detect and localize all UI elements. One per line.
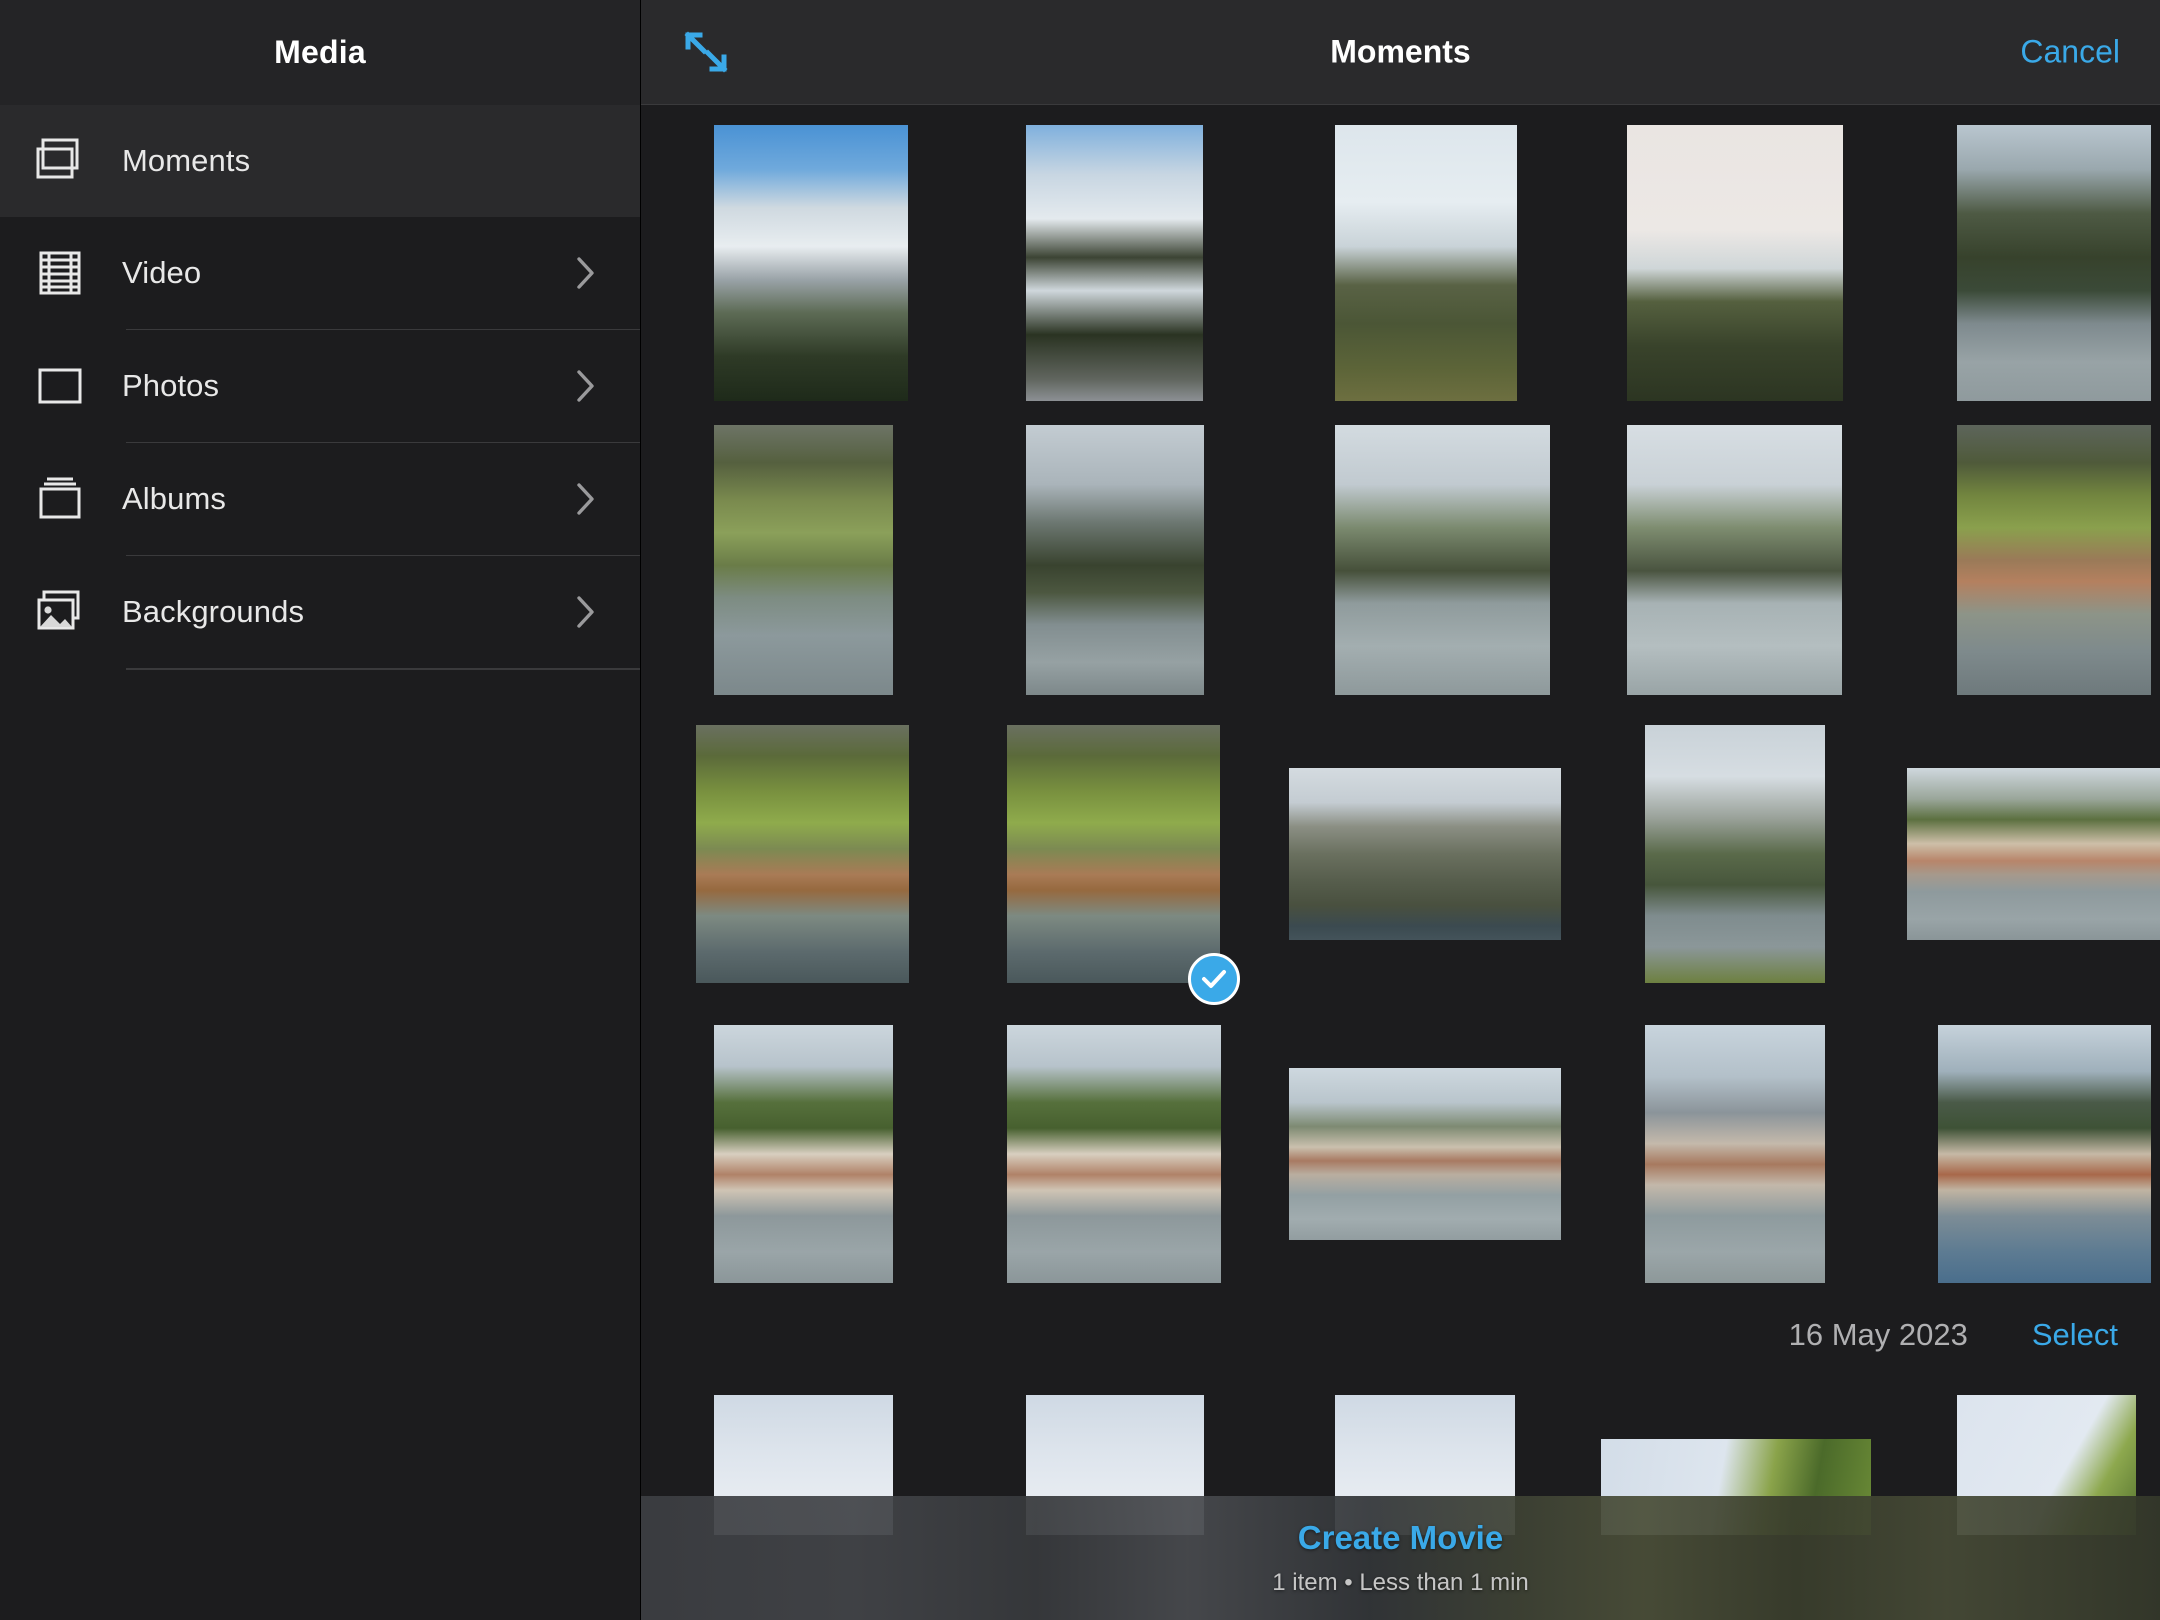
thumbnail-image [1907, 768, 2160, 940]
thumbnail-image [714, 1025, 893, 1283]
thumbnail-image [1335, 125, 1517, 401]
select-button[interactable]: Select [2032, 1317, 2118, 1353]
selected-check-icon[interactable] [1188, 953, 1240, 1005]
selection-summary: 1 item • Less than 1 min [1272, 1569, 1529, 1597]
thumbnail-image [1957, 425, 2151, 695]
photo-grid-row [641, 725, 2160, 1005]
sidebar-item-label: Photos [122, 368, 219, 404]
thumb-bergen-harbor-5[interactable] [1938, 1025, 2151, 1283]
media-picker-window: Media Moments Video Photos Albums [0, 0, 2160, 1620]
sidebar-nav-list: Moments Video Photos Albums Backgrounds [0, 105, 640, 670]
photo-grid-row [641, 1025, 2160, 1305]
thumb-bergen-harbor-4[interactable] [1645, 1025, 1825, 1283]
thumbnail-image [1938, 1025, 2151, 1283]
film-strip-icon [34, 247, 86, 299]
main-panel: Moments Cancel 16 May 2023 Select Create… [640, 0, 2160, 1620]
stacked-frames-icon [34, 135, 86, 187]
sidebar: Media Moments Video Photos Albums [0, 0, 640, 1620]
chevron-right-icon [576, 369, 596, 403]
thumbnail-image [1026, 125, 1203, 401]
photo-grid-row [641, 425, 2160, 705]
sidebar-item-photos[interactable]: Photos [0, 330, 640, 442]
sidebar-item-label: Video [122, 255, 201, 291]
bottom-action-bar[interactable]: Create Movie 1 item • Less than 1 min [641, 1496, 2160, 1620]
photo-grid[interactable]: 16 May 2023 Select [641, 105, 2160, 1620]
thumb-snow-peak-1[interactable] [1335, 125, 1517, 401]
moment-date-label: 16 May 2023 [1789, 1317, 1968, 1353]
thumbnail-image [696, 725, 909, 983]
sidebar-item-albums[interactable]: Albums [0, 443, 640, 555]
thumb-fjord-cloudy-1[interactable] [1026, 425, 1204, 695]
thumbnail-image [1007, 1025, 1221, 1283]
sidebar-item-moments[interactable]: Moments [0, 105, 640, 217]
thumb-bergen-harbor-1[interactable] [714, 1025, 893, 1283]
sidebar-item-label: Moments [122, 143, 250, 179]
thumbnail-image [1645, 1025, 1825, 1283]
thumb-snow-peak-2[interactable] [1627, 125, 1843, 401]
thumbnail-image [1645, 725, 1825, 983]
thumb-fjord-clouds-1[interactable] [1026, 125, 1203, 401]
thumb-valley-green-1[interactable] [714, 425, 893, 695]
sidebar-title: Media [274, 34, 366, 71]
thumb-fjord-island-tall[interactable] [1645, 725, 1825, 983]
cancel-button[interactable]: Cancel [2020, 34, 2120, 71]
create-movie-button[interactable]: Create Movie [1298, 1519, 1503, 1557]
chevron-right-icon [576, 482, 596, 516]
thumb-cliff-water-1[interactable] [1957, 125, 2151, 401]
top-toolbar: Moments Cancel [641, 0, 2160, 105]
chevron-right-icon [576, 256, 596, 290]
date-select-bar: 16 May 2023 Select [641, 1305, 2160, 1365]
sidebar-item-label: Backgrounds [122, 594, 304, 630]
thumbnail-image [714, 125, 908, 401]
thumbnail-image [1289, 1068, 1561, 1240]
thumb-cliff-fjord-wide[interactable] [1289, 768, 1561, 940]
thumbnail-image [1026, 425, 1204, 695]
thumbnail-image [1289, 768, 1561, 940]
thumb-bergen-harbor-3[interactable] [1289, 1068, 1561, 1240]
thumbnail-image [1627, 425, 1842, 695]
photo-grid-row [641, 125, 2160, 405]
thumbnail-image [1627, 125, 1843, 401]
sidebar-item-video[interactable]: Video [0, 217, 640, 329]
sidebar-item-backgrounds[interactable]: Backgrounds [0, 556, 640, 668]
thumbnail-image [714, 425, 893, 695]
blur-backdrop [641, 1496, 2160, 1620]
thumbnail-image [1335, 425, 1550, 695]
thumb-village-green-2[interactable] [1007, 725, 1220, 983]
albums-stack-icon [34, 473, 86, 525]
square-frame-icon [34, 360, 86, 412]
thumbnail-image [1957, 125, 2151, 401]
chevron-right-icon [576, 595, 596, 629]
thumbnail-image [1007, 725, 1220, 983]
thumb-fjord-blue-sky[interactable] [714, 125, 908, 401]
thumb-fjord-bay-1[interactable] [1335, 425, 1550, 695]
picture-icon [34, 586, 86, 638]
thumb-village-green-1[interactable] [696, 725, 909, 983]
sidebar-header: Media [0, 0, 640, 105]
thumb-bergen-harbor-2[interactable] [1007, 1025, 1221, 1283]
thumb-village-hillside-1[interactable] [1957, 425, 2151, 695]
sidebar-divider [126, 669, 640, 670]
thumb-bergen-wharf-1[interactable] [1907, 768, 2160, 940]
thumb-fjord-bay-2[interactable] [1627, 425, 1842, 695]
sidebar-item-label: Albums [122, 481, 226, 517]
page-title: Moments [641, 34, 2160, 71]
